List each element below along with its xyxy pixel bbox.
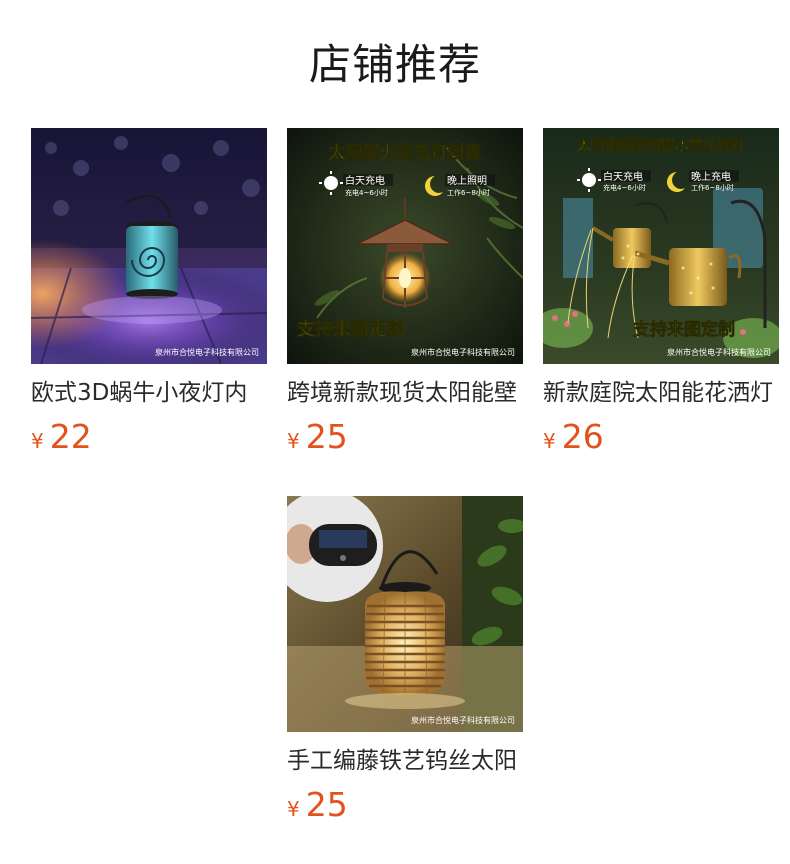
price-value: 22 (49, 417, 92, 456)
solar-hanging-lamp-photo: 太阳能火焰马灯创意 白天充电 充电4~6小时 晚上照明 工作6~8小时 支持来图… (287, 128, 523, 364)
night-badge: 晚上充电 (691, 170, 731, 183)
product-image-1[interactable]: 泉州市合悦电子科技有限公司 (31, 128, 267, 364)
image-banner: 太阳能火焰马灯创意 (329, 142, 482, 163)
image-slogan: 支持来图定制 (633, 319, 735, 340)
day-badge: 白天充电 (603, 170, 643, 183)
product-title-2[interactable]: 跨境新款现货太阳能壁 (287, 378, 523, 408)
watering-can-lamp-photo: 太阳能庭院创意水壶花洒灯 白天充电 充电4~6小时 晚上充电 工作6~8小时 支… (543, 128, 779, 364)
night-note: 工作6~8小时 (691, 183, 734, 192)
night-badge: 晚上照明 (447, 175, 487, 187)
product-card-1[interactable]: 泉州市合悦电子科技有限公司 欧式3D蜗牛小夜灯内 ¥22 (31, 128, 267, 454)
product-title-1[interactable]: 欧式3D蜗牛小夜灯内 (31, 378, 267, 408)
price-value: 25 (305, 417, 348, 456)
product-price-1: ¥22 (31, 420, 267, 454)
product-price-4: ¥25 (287, 788, 523, 822)
image-watermark: 泉州市合悦电子科技有限公司 (155, 347, 259, 357)
currency-symbol: ¥ (543, 429, 556, 453)
product-image-2[interactable]: 太阳能火焰马灯创意 白天充电 充电4~6小时 晚上照明 工作6~8小时 支持来图… (287, 128, 523, 364)
image-banner: 太阳能庭院创意水壶花洒灯 (577, 137, 745, 154)
product-image-3[interactable]: 太阳能庭院创意水壶花洒灯 白天充电 充电4~6小时 晚上充电 工作6~8小时 支… (543, 128, 779, 364)
page-title: 店铺推荐 (308, 40, 481, 89)
product-title-3[interactable]: 新款庭院太阳能花洒灯 (543, 378, 779, 408)
product-card-3[interactable]: 太阳能庭院创意水壶花洒灯 白天充电 充电4~6小时 晚上充电 工作6~8小时 支… (543, 128, 779, 454)
price-value: 26 (561, 417, 604, 456)
price-value: 25 (305, 785, 348, 824)
image-watermark: 泉州市合悦电子科技有限公司 (667, 347, 771, 357)
night-note: 工作6~8小时 (447, 188, 490, 197)
day-note: 充电4~6小时 (603, 183, 646, 192)
product-price-3: ¥26 (543, 420, 779, 454)
day-note: 充电4~6小时 (345, 188, 388, 197)
image-watermark: 泉州市合悦电子科技有限公司 (411, 715, 515, 725)
currency-symbol: ¥ (31, 429, 44, 453)
product-title-4[interactable]: 手工编藤铁艺钨丝太阳 (287, 746, 523, 776)
image-slogan: 支持来图定制 (296, 318, 405, 340)
currency-symbol: ¥ (287, 429, 300, 453)
product-image-4[interactable]: 泉州市合悦电子科技有限公司 (287, 496, 523, 732)
day-badge: 白天充电 (345, 174, 385, 187)
snail-lantern-photo: 泉州市合悦电子科技有限公司 (31, 128, 267, 364)
product-price-2: ¥25 (287, 420, 523, 454)
image-watermark: 泉州市合悦电子科技有限公司 (411, 347, 515, 357)
rattan-solar-lantern-photo: 泉州市合悦电子科技有限公司 (287, 496, 523, 732)
product-card-2[interactable]: 太阳能火焰马灯创意 白天充电 充电4~6小时 晚上照明 工作6~8小时 支持来图… (287, 128, 523, 454)
product-card-4[interactable]: 泉州市合悦电子科技有限公司 手工编藤铁艺钨丝太阳 ¥25 (287, 496, 523, 822)
currency-symbol: ¥ (287, 797, 300, 821)
